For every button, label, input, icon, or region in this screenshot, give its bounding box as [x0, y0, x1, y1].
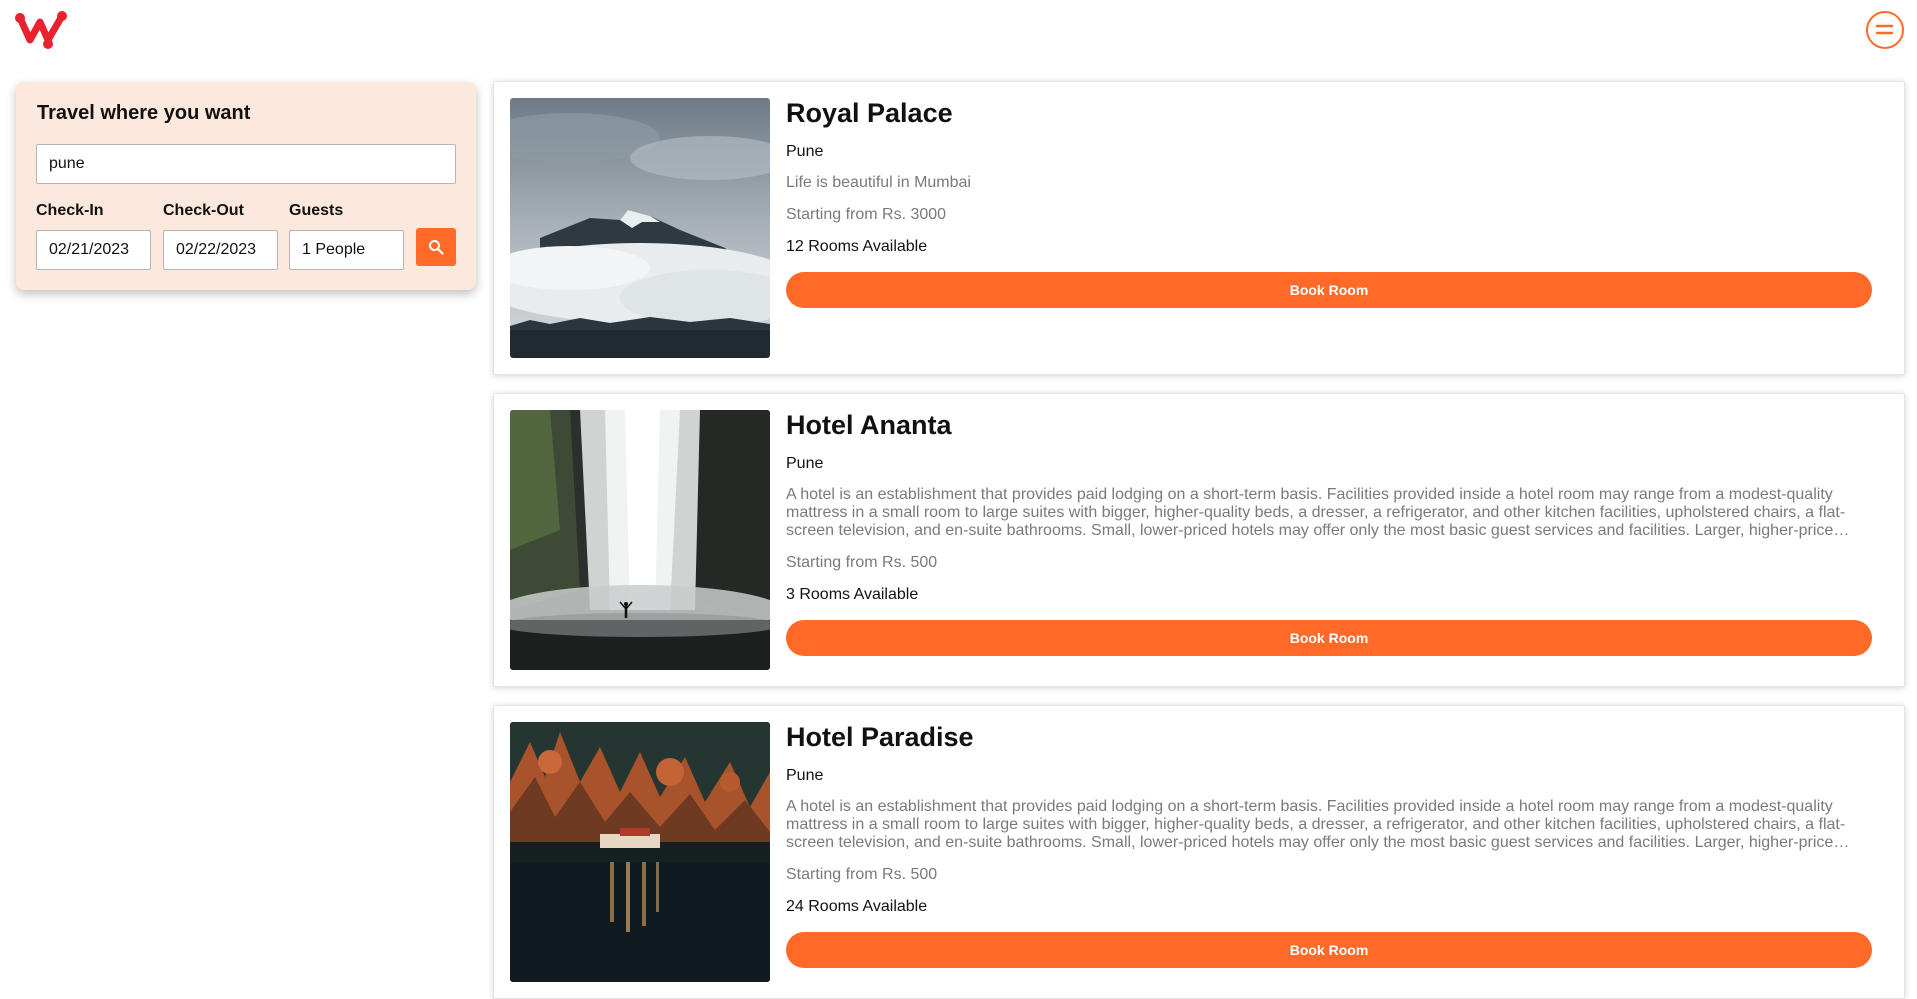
search-card: Travel where you want Check-In Check-Out…	[16, 82, 476, 290]
search-title: Travel where you want	[37, 102, 251, 124]
hotel-card: Hotel Ananta Pune A hotel is an establis…	[493, 393, 1905, 687]
mountain-photo	[510, 98, 770, 358]
hotel-rooms: 12 Rooms Available	[786, 238, 928, 255]
hotel-city: Pune	[786, 767, 824, 784]
header	[0, 0, 1917, 64]
hotel-card: Royal Palace Pune Life is beautiful in M…	[493, 81, 1905, 375]
checkin-label: Check-In	[36, 202, 104, 219]
hotel-name: Hotel Ananta	[786, 410, 952, 440]
w-logo-icon[interactable]	[14, 10, 70, 50]
book-room-button[interactable]: Book Room	[786, 932, 1872, 968]
search-button[interactable]	[416, 228, 456, 266]
destination-input[interactable]	[36, 144, 456, 184]
hotel-price: Starting from Rs. 3000	[786, 206, 947, 223]
guests-input[interactable]	[289, 230, 404, 270]
book-room-button[interactable]: Book Room	[786, 620, 1872, 656]
book-room-button[interactable]: Book Room	[786, 272, 1872, 308]
checkout-input[interactable]	[163, 230, 278, 270]
guests-label: Guests	[289, 202, 344, 219]
menu-button[interactable]	[1866, 11, 1904, 49]
menu-circle-icon	[1875, 24, 1894, 35]
search-icon	[429, 240, 444, 255]
checkout-label: Check-Out	[163, 202, 244, 219]
hotel-description: Life is beautiful in Mumbai	[786, 174, 971, 191]
hotel-name: Royal Palace	[786, 98, 953, 128]
hotel-description: A hotel is an establishment that provide…	[786, 798, 1846, 851]
hotel-price: Starting from Rs. 500	[786, 866, 938, 883]
hotel-city: Pune	[786, 143, 824, 160]
hotel-rooms: 24 Rooms Available	[786, 898, 928, 915]
hotel-city: Pune	[786, 455, 824, 472]
lake-forest-photo	[510, 722, 770, 982]
hotel-description: A hotel is an establishment that provide…	[786, 486, 1846, 539]
checkin-input[interactable]	[36, 230, 151, 270]
hotel-rooms: 3 Rooms Available	[786, 586, 919, 603]
hotel-card: Hotel Paradise Pune A hotel is an establ…	[493, 705, 1905, 999]
hotel-price: Starting from Rs. 500	[786, 554, 938, 571]
waterfall-photo	[510, 410, 770, 670]
hotel-name: Hotel Paradise	[786, 722, 974, 752]
